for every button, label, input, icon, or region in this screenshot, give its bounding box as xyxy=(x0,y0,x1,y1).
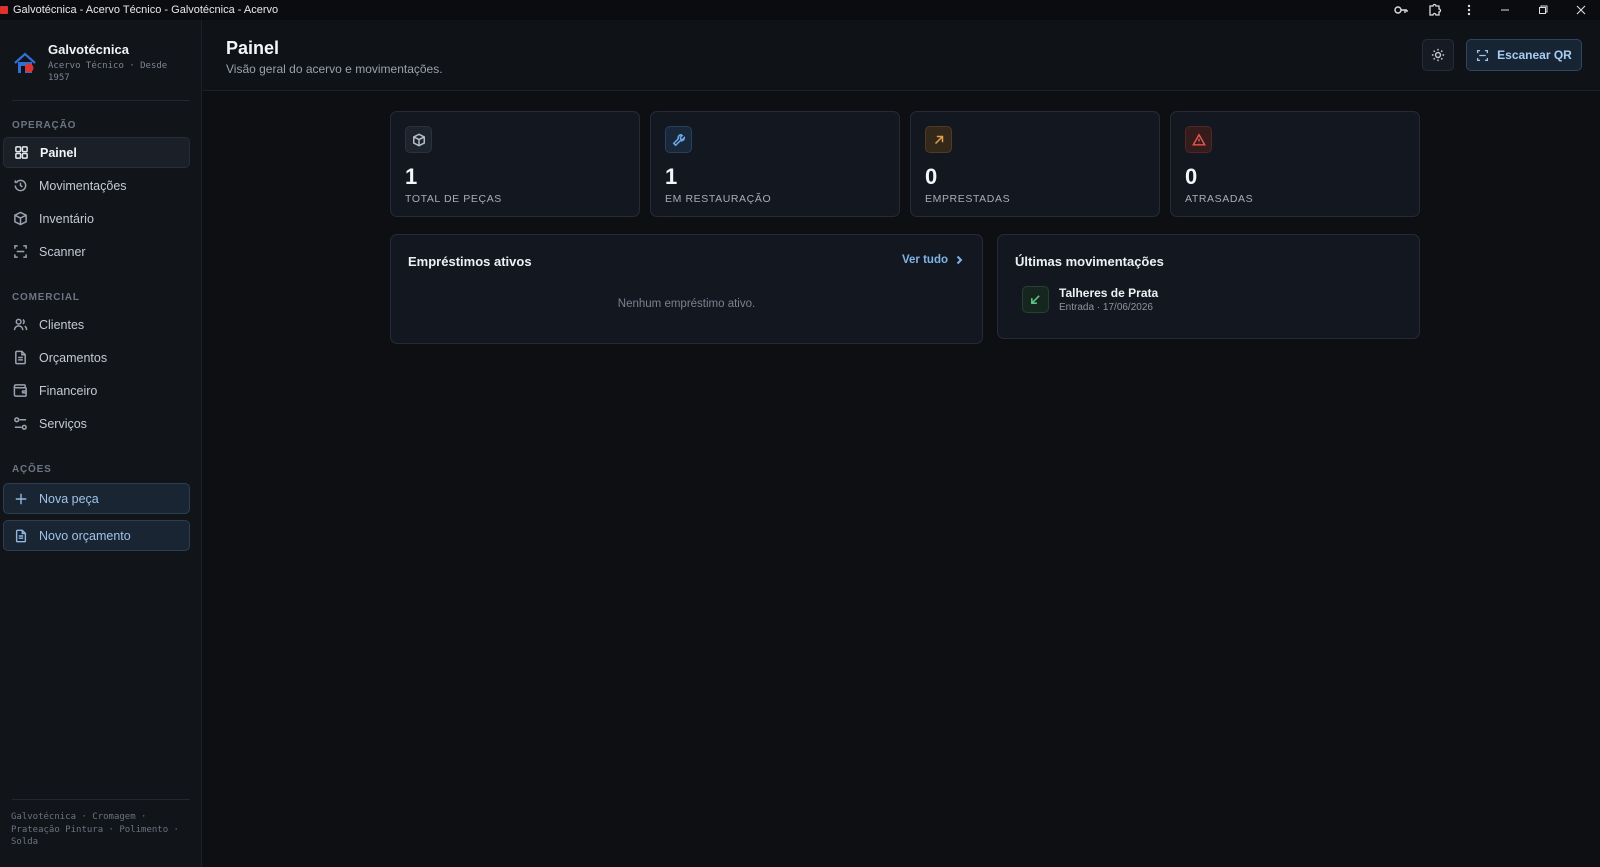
stat-label: EM RESTAURAÇÃO xyxy=(665,193,772,205)
section-label-comercial: COMERCIAL xyxy=(12,292,80,303)
window-titlebar: Galvotécnica - Acervo Técnico - Galvotéc… xyxy=(0,0,1600,20)
stat-label: ATRASADAS xyxy=(1185,193,1254,205)
box-icon xyxy=(412,132,425,147)
brand[interactable]: Galvotécnica Acervo Técnico · Desde 1957 xyxy=(12,42,188,84)
sidebar-item-label: Serviços xyxy=(39,416,87,431)
brand-tagline: Acervo Técnico · Desde 1957 xyxy=(48,61,168,83)
window-title: Galvotécnica - Acervo Técnico - Galvotéc… xyxy=(13,4,279,16)
arrow-up-right-icon xyxy=(934,135,943,144)
active-loans-panel: Empréstimos ativos Ver tudo Nenhum empré… xyxy=(390,234,983,344)
history-icon xyxy=(14,179,27,192)
sidebar-item-label: Movimentações xyxy=(39,178,127,193)
page-header: Painel Visão geral do acervo e movimenta… xyxy=(203,20,1600,91)
document-icon xyxy=(15,529,27,542)
chevron-right-icon xyxy=(956,255,963,265)
sidebar-divider xyxy=(12,799,190,800)
sidebar-item-label: Inventário xyxy=(39,211,94,226)
sliders-icon xyxy=(14,417,27,430)
stat-value: 1 xyxy=(405,164,418,189)
sidebar-footer: Galvotécnica · Cromagem · Prateação Pint… xyxy=(11,812,179,847)
stat-card-total: 1 TOTAL DE PEÇAS xyxy=(390,111,640,217)
brand-logo-icon xyxy=(14,52,36,73)
users-icon xyxy=(13,318,28,331)
movement-name: Talheres de Prata xyxy=(1059,286,1159,300)
stat-label: TOTAL DE PEÇAS xyxy=(405,193,502,205)
sidebar-item-label: Clientes xyxy=(39,317,85,332)
section-label-operacao: OPERAÇÃO xyxy=(12,120,77,131)
sun-icon xyxy=(1431,48,1445,62)
stat-value: 0 xyxy=(925,164,938,189)
grid-icon xyxy=(15,146,28,159)
brand-name: Galvotécnica xyxy=(48,42,129,57)
theme-toggle-button[interactable] xyxy=(1422,39,1454,71)
stat-label: EMPRESTADAS xyxy=(925,193,1011,205)
new-quote-button[interactable]: Novo orçamento xyxy=(3,520,190,551)
sidebar-item-clientes[interactable]: Clientes xyxy=(3,309,190,340)
panel-title: Empréstimos ativos xyxy=(408,254,532,269)
page-title: Painel xyxy=(226,38,280,58)
alert-triangle-icon xyxy=(1191,132,1206,146)
document-icon xyxy=(15,350,26,365)
sidebar-item-label: Orçamentos xyxy=(39,350,108,365)
sidebar-item-label: Painel xyxy=(40,145,77,160)
restore-icon[interactable] xyxy=(1524,0,1562,20)
app-icon xyxy=(0,6,8,14)
scan-icon xyxy=(14,245,27,258)
sidebar-item-label: Financeiro xyxy=(39,383,98,398)
key-icon[interactable] xyxy=(1384,0,1418,20)
stat-card-restauracao: 1 EM RESTAURAÇÃO xyxy=(650,111,900,217)
new-piece-button[interactable]: Nova peça xyxy=(3,483,190,514)
movement-item[interactable]: Talheres de Prata Entrada · 17/06/2026 xyxy=(1022,286,1158,313)
close-icon[interactable] xyxy=(1562,0,1600,20)
box-icon xyxy=(14,211,27,226)
sidebar: Galvotécnica Acervo Técnico · Desde 1957… xyxy=(0,20,202,867)
sidebar-item-orcamentos[interactable]: Orçamentos xyxy=(3,342,190,373)
empty-state: Nenhum empréstimo ativo. xyxy=(617,298,756,310)
sidebar-item-movimentacoes[interactable]: Movimentações xyxy=(3,170,190,201)
sidebar-divider xyxy=(12,100,190,101)
wallet-icon xyxy=(13,384,27,397)
sidebar-item-financeiro[interactable]: Financeiro xyxy=(3,375,190,406)
page-subtitle: Visão geral do acervo e movimentações. xyxy=(226,62,443,76)
stat-value: 0 xyxy=(1185,164,1198,189)
section-label-acoes: AÇÕES xyxy=(12,464,52,475)
movement-detail: Entrada · 17/06/2026 xyxy=(1059,302,1153,313)
sidebar-item-label: Scanner xyxy=(39,244,86,259)
extensions-icon[interactable] xyxy=(1418,0,1452,20)
panel-title: Últimas movimentações xyxy=(1015,254,1164,269)
minimize-icon[interactable] xyxy=(1486,0,1524,20)
more-menu-icon[interactable] xyxy=(1452,0,1486,20)
sidebar-item-inventario[interactable]: Inventário xyxy=(3,203,190,234)
stat-card-emprestadas: 0 EMPRESTADAS xyxy=(910,111,1160,217)
sidebar-item-scanner[interactable]: Scanner xyxy=(3,236,190,267)
window-controls xyxy=(1384,0,1600,20)
stat-value: 1 xyxy=(665,164,678,189)
sidebar-item-servicos[interactable]: Serviços xyxy=(3,408,190,439)
wrench-icon xyxy=(672,133,685,146)
recent-movements-panel: Últimas movimentações Talheres de Prata … xyxy=(997,234,1420,339)
arrow-down-left-icon xyxy=(1031,295,1040,304)
plus-icon xyxy=(15,493,27,504)
stat-card-atrasadas: 0 ATRASADAS xyxy=(1170,111,1420,217)
scan-qr-button[interactable]: Escanear QR xyxy=(1466,39,1582,71)
sidebar-item-painel[interactable]: Painel xyxy=(3,137,190,168)
view-all-link[interactable]: Ver tudo xyxy=(902,254,964,266)
scan-icon xyxy=(1477,49,1489,61)
